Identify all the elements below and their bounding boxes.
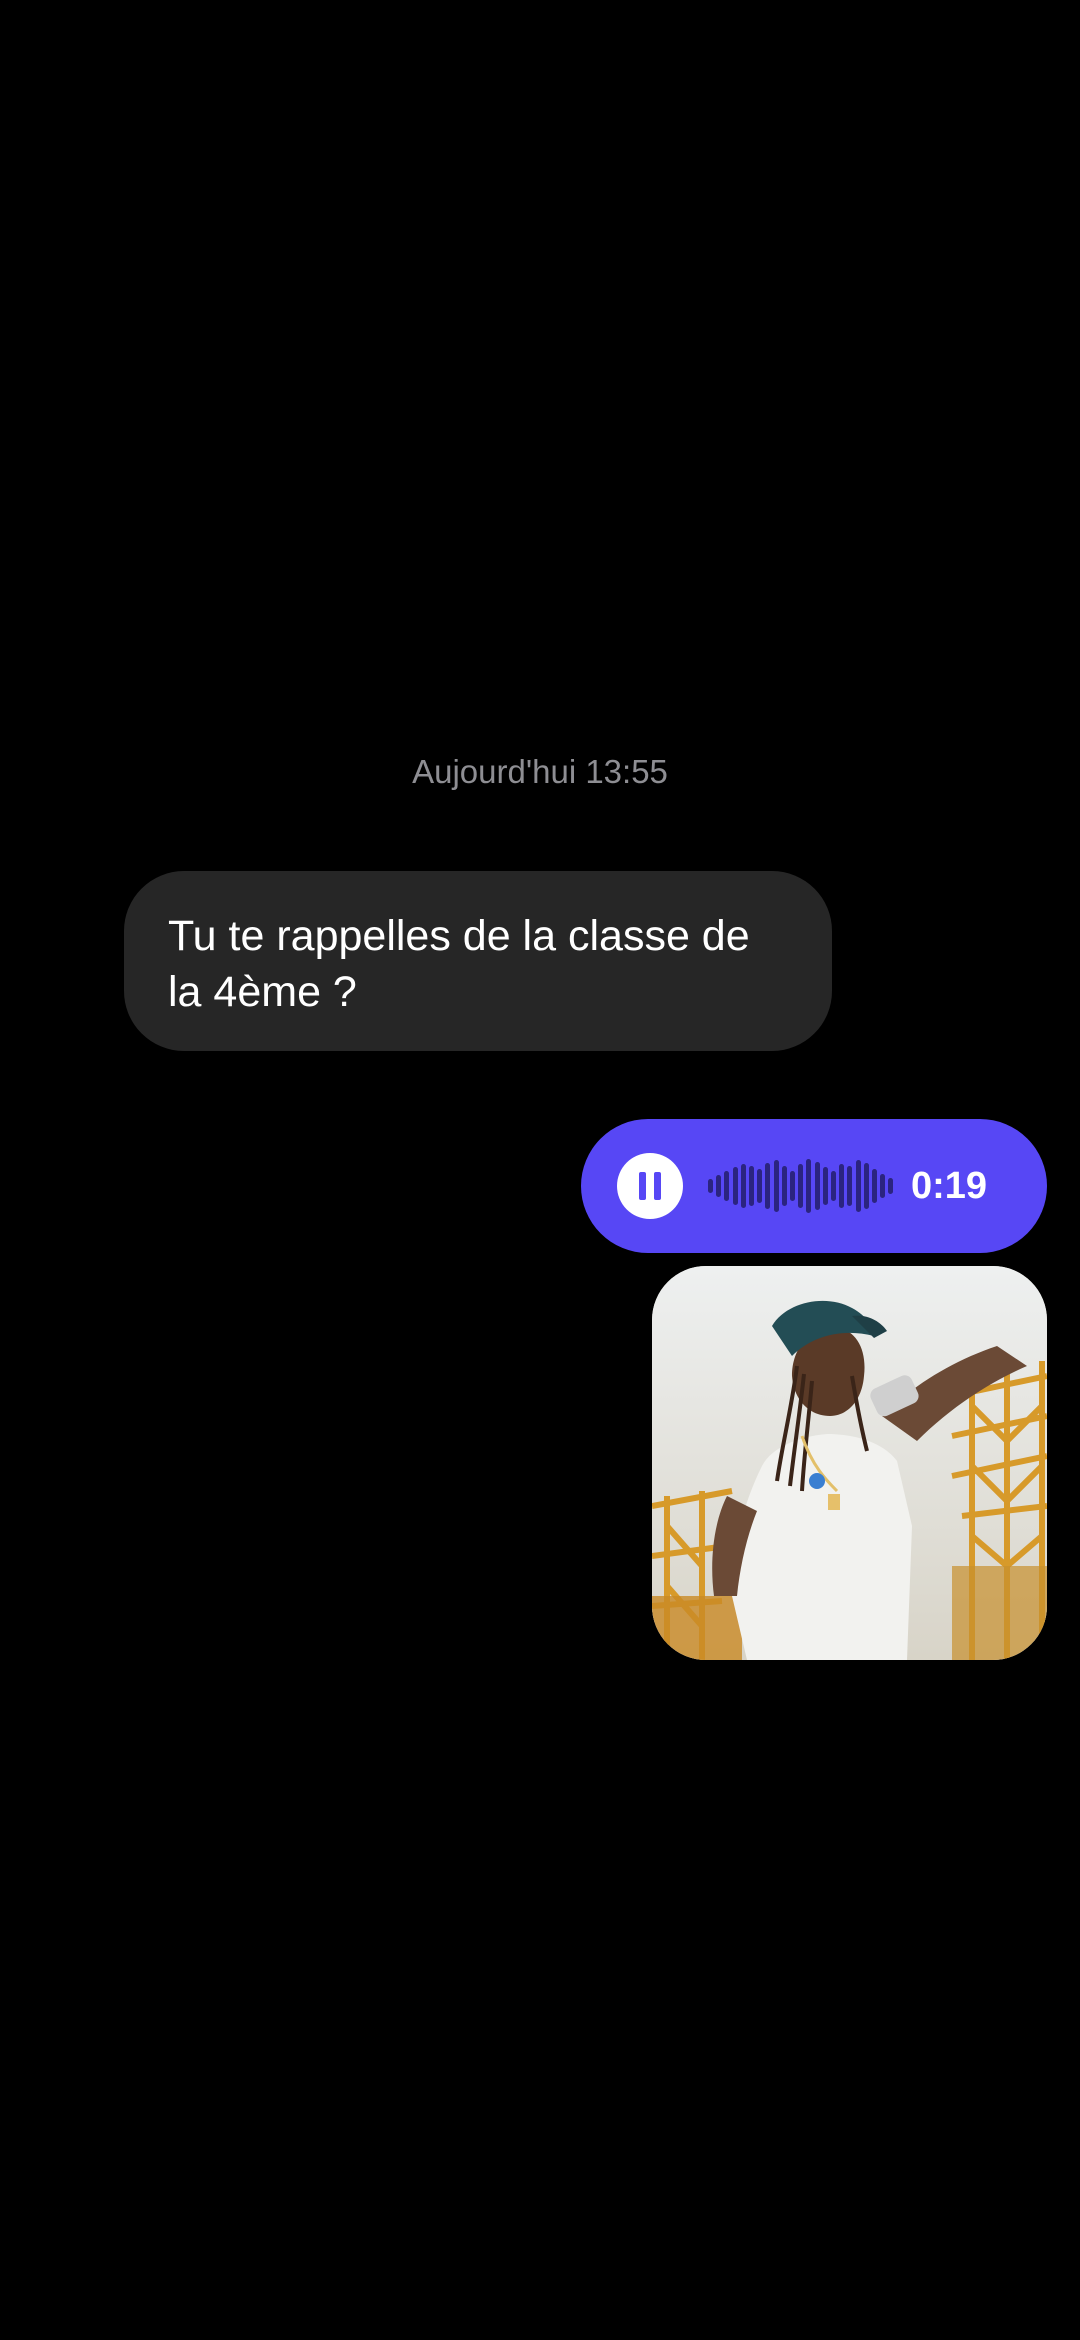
chat-screen: Aujourd'hui 13:55 Tu te rappelles de la … bbox=[0, 0, 1080, 2340]
pause-icon bbox=[654, 1172, 661, 1200]
message-timestamp: Aujourd'hui 13:55 bbox=[412, 753, 668, 790]
waveform-bar bbox=[740, 1164, 746, 1208]
waveform-bar bbox=[872, 1169, 877, 1203]
waveform-bar bbox=[798, 1164, 804, 1208]
waveform-bar bbox=[757, 1169, 763, 1203]
photo-message[interactable] bbox=[652, 1266, 1047, 1660]
waveform-bar bbox=[831, 1171, 836, 1201]
waveform-bar bbox=[839, 1164, 845, 1208]
waveform-bar bbox=[765, 1163, 771, 1209]
voice-duration: 0:19 bbox=[911, 1165, 988, 1207]
waveform-bar bbox=[708, 1179, 713, 1193]
pause-button[interactable] bbox=[617, 1153, 683, 1219]
waveform-bar bbox=[880, 1174, 886, 1198]
incoming-message-text: Tu te rappelles de la classe de la 4ème … bbox=[168, 912, 750, 1016]
waveform-bar bbox=[773, 1160, 779, 1212]
waveform-bar bbox=[806, 1159, 812, 1213]
waveform-bar bbox=[847, 1166, 853, 1206]
waveform-bar bbox=[716, 1175, 722, 1197]
audio-waveform[interactable] bbox=[708, 1141, 896, 1231]
waveform-bar bbox=[855, 1160, 861, 1212]
waveform-bar bbox=[732, 1167, 738, 1205]
waveform-bar bbox=[863, 1163, 869, 1209]
waveform-bar bbox=[781, 1166, 787, 1206]
photo-thumbnail bbox=[652, 1266, 1047, 1660]
waveform-bar bbox=[814, 1162, 820, 1210]
waveform-bar bbox=[822, 1167, 828, 1205]
waveform-bar bbox=[749, 1166, 754, 1206]
incoming-message-bubble[interactable]: Tu te rappelles de la classe de la 4ème … bbox=[124, 871, 832, 1051]
pause-icon bbox=[639, 1172, 646, 1200]
waveform-bar bbox=[790, 1171, 795, 1201]
waveform-bar bbox=[888, 1178, 894, 1194]
voice-message-bubble[interactable]: 0:19 bbox=[581, 1119, 1047, 1253]
waveform-bar bbox=[724, 1171, 730, 1201]
